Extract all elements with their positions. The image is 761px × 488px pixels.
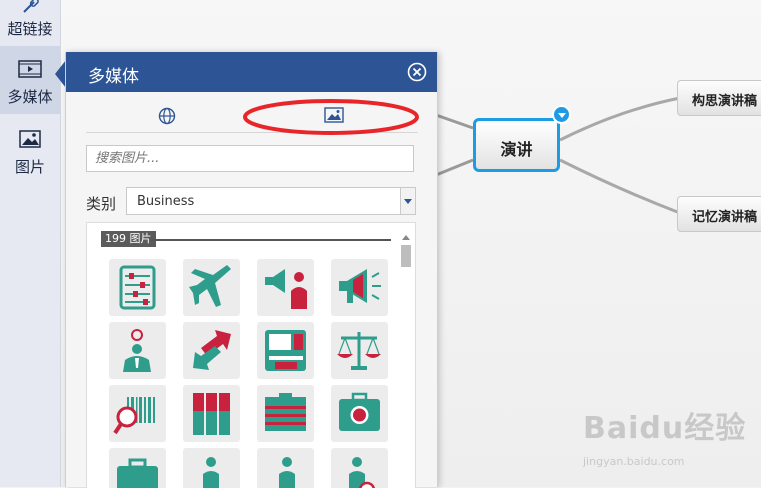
image-count: 199 图片: [101, 231, 156, 247]
businessman-icon: [203, 457, 219, 488]
watermark-brand: Baidu经验: [583, 411, 747, 446]
gallery-thumbnail[interactable]: [331, 259, 388, 316]
image-search-input[interactable]: [86, 145, 414, 172]
gallery-thumbnail[interactable]: [257, 448, 314, 488]
scales-icon: [337, 332, 381, 370]
subtopic-node[interactable]: 构思演讲稿: [677, 80, 761, 116]
gallery-thumbnail[interactable]: [109, 385, 166, 442]
subtopic-node[interactable]: 记忆演讲稿: [677, 196, 761, 232]
binders-icon: [193, 393, 230, 435]
panel-title: 多媒体: [88, 67, 139, 87]
link-icon: [23, 0, 39, 13]
subtopic-label: 记忆演讲稿: [692, 210, 758, 225]
businessman-case-icon: [279, 457, 295, 488]
gallery-thumbnail[interactable]: [183, 259, 240, 316]
gallery-thumbnail[interactable]: [183, 385, 240, 442]
businessman-money-icon: [349, 457, 376, 488]
gallery-thumbnail[interactable]: [109, 322, 166, 379]
gallery-thumbnail[interactable]: [109, 448, 166, 488]
atm-icon: [265, 330, 306, 371]
rail-item-label: 多媒体: [7, 88, 53, 106]
collapse-toggle-icon[interactable]: [552, 105, 571, 124]
picture-icon: [19, 130, 41, 148]
arrows-icon: [193, 330, 231, 370]
divider: [151, 239, 391, 241]
rail-item-picture[interactable]: 图片: [0, 124, 60, 184]
central-topic-node[interactable]: 演讲: [473, 118, 560, 172]
category-value: Business: [137, 194, 195, 209]
side-toolbar: 超链接 多媒体 图片: [0, 0, 61, 487]
category-label: 类别: [86, 195, 117, 213]
rail-item-label: 图片: [14, 158, 45, 176]
chevron-down-icon[interactable]: [400, 188, 415, 214]
subtopic-label: 构思演讲稿: [692, 94, 758, 109]
close-icon[interactable]: [407, 62, 427, 82]
gallery-thumbnail[interactable]: [109, 259, 166, 316]
gallery-thumbnail[interactable]: [257, 322, 314, 379]
gallery-thumbnail[interactable]: [183, 448, 240, 488]
red-highlight-oval: [243, 99, 419, 135]
gallery-thumbnail[interactable]: [257, 385, 314, 442]
cabinet-icon: [265, 393, 306, 431]
megaphone-icon: [339, 269, 381, 303]
barcode-magnifier-icon: [113, 397, 155, 435]
rail-item-hyperlink[interactable]: 超链接: [0, 0, 60, 44]
gallery-scrollbar[interactable]: [401, 235, 411, 485]
airplane-icon: [189, 265, 231, 307]
scroll-thumb[interactable]: [401, 245, 411, 267]
gallery-thumbnail[interactable]: [331, 385, 388, 442]
central-topic-label: 演讲: [500, 140, 533, 159]
rail-item-label: 超链接: [7, 20, 53, 38]
gallery-thumbnail[interactable]: [331, 322, 388, 379]
money-case-icon: [339, 392, 380, 431]
rail-item-multimedia[interactable]: 多媒体: [0, 46, 60, 114]
briefcase-icon: [117, 458, 158, 488]
gallery-thumbnail[interactable]: [183, 322, 240, 379]
speaker-person-icon: [265, 269, 307, 309]
tab-web-images[interactable]: [86, 102, 252, 130]
panel-header: 多媒体: [66, 52, 437, 92]
scroll-up-icon[interactable]: [402, 235, 410, 240]
idea-person-icon: [123, 329, 151, 372]
gallery-thumbnail[interactable]: [331, 448, 388, 488]
abacus-icon: [119, 265, 156, 310]
multimedia-panel: 多媒体 类别 Business: [65, 52, 438, 488]
watermark-url: jingyan.baidu.com: [583, 455, 685, 468]
category-select[interactable]: Business: [126, 187, 416, 215]
gallery-thumbnail[interactable]: [257, 259, 314, 316]
globe-icon: [158, 107, 176, 125]
film-icon: [18, 60, 42, 78]
image-count-row: 199 图片: [101, 231, 393, 247]
image-gallery: 199 图片: [86, 222, 416, 488]
